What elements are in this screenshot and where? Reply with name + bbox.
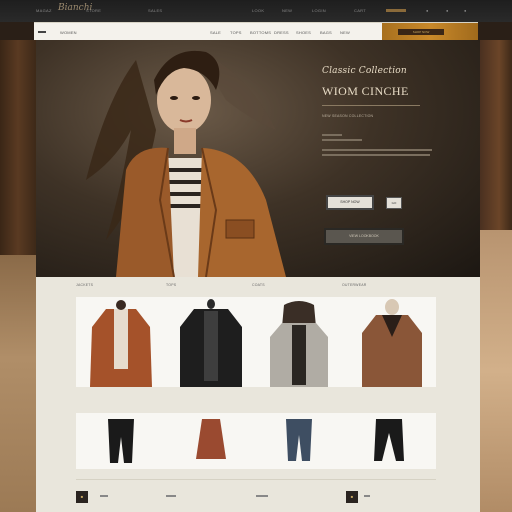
footer-link-3[interactable] xyxy=(256,495,268,497)
main-nav: WOMEN SALE TOPS BOTTOMS DRESS SHOES BAGS… xyxy=(34,22,478,41)
category-label-tops[interactable]: TOPS xyxy=(166,283,176,287)
top-bar: Bianchi MAGAZ STORE SALES LOOK NEW LOGIN… xyxy=(0,0,512,22)
product-section: JACKETS TOPS COATS OUTERWEAR ■ ■ xyxy=(36,277,480,512)
product-image-red-skirt xyxy=(196,419,226,459)
user-icon[interactable]: ● xyxy=(446,8,449,13)
nav-sale[interactable]: SALE xyxy=(210,30,221,35)
footer-link-4[interactable] xyxy=(364,495,370,497)
background-wood-right xyxy=(480,40,512,240)
hero-lookbook-button[interactable]: VIEW LOOKBOOK xyxy=(324,228,404,245)
product-card-4[interactable] xyxy=(342,297,436,387)
background-wood-left xyxy=(0,40,36,260)
nav-tops[interactable]: TOPS xyxy=(230,30,242,35)
nav-women[interactable]: WOMEN xyxy=(60,30,77,35)
top-link-look[interactable]: LOOK xyxy=(252,8,264,13)
hero-text-block: Classic Collection WIOM CINCHE NEW SEASO… xyxy=(322,66,462,159)
hero-subtitle: NEW SEASON COLLECTION xyxy=(322,114,374,118)
product-card-2[interactable] xyxy=(166,297,256,387)
product-card-3[interactable] xyxy=(256,297,342,387)
hero-description xyxy=(322,134,462,156)
category-label-outerwear[interactable]: OUTERWEAR xyxy=(342,283,367,287)
nav-bags[interactable]: BAGS xyxy=(320,30,332,35)
top-bar-accent xyxy=(386,9,406,12)
product-image-black-pants xyxy=(108,419,134,463)
background-paper-left xyxy=(0,255,36,512)
top-link-sales[interactable]: SALES xyxy=(148,8,162,13)
product-image-jeans xyxy=(286,419,312,461)
top-link-cart[interactable]: CART xyxy=(354,8,366,13)
background-paper-right xyxy=(480,230,512,512)
promo-button[interactable]: SHOP NOW xyxy=(398,29,444,35)
nav-shoes[interactable]: SHOES xyxy=(296,30,311,35)
product-image-grey-coat xyxy=(270,301,328,387)
hero-go-button[interactable]: GO xyxy=(386,197,402,209)
category-label-jackets[interactable]: JACKETS xyxy=(76,283,93,287)
product-card-1[interactable] xyxy=(76,297,166,387)
top-link-store[interactable]: STORE xyxy=(86,8,101,13)
menu-icon[interactable] xyxy=(38,31,46,33)
top-link-magaz[interactable]: MAGAZ xyxy=(36,8,52,13)
hero-script-heading: Classic Collection xyxy=(322,66,407,76)
hero-divider xyxy=(322,105,420,106)
product-card-8[interactable] xyxy=(342,413,436,469)
nav-dress[interactable]: DRESS xyxy=(274,30,289,35)
product-image-black-trousers xyxy=(374,419,404,461)
footer-icon-1[interactable]: ■ xyxy=(76,491,88,503)
section-divider xyxy=(76,479,436,480)
footer-icon-2[interactable]: ■ xyxy=(346,491,358,503)
product-card-5[interactable] xyxy=(76,413,166,469)
footer-link-1[interactable] xyxy=(100,495,108,497)
hero-shop-button[interactable]: SHOP NOW xyxy=(326,195,374,210)
footer-link-2[interactable] xyxy=(166,495,176,497)
product-card-6[interactable] xyxy=(166,413,256,469)
category-label-coats[interactable]: COATS xyxy=(252,283,265,287)
hero-title: WIOM CINCHE xyxy=(322,84,409,98)
top-link-login[interactable]: LOGIN xyxy=(312,8,326,13)
promo-banner: SHOP NOW xyxy=(382,23,478,41)
nav-bottoms[interactable]: BOTTOMS xyxy=(250,30,271,35)
cart-icon[interactable]: ● xyxy=(464,8,467,13)
product-image-jacket xyxy=(90,300,152,387)
top-link-new[interactable]: NEW xyxy=(282,8,292,13)
product-image-black-top xyxy=(180,299,242,387)
product-image-brown-coat xyxy=(362,299,422,387)
hero-banner: Classic Collection WIOM CINCHE NEW SEASO… xyxy=(36,40,480,277)
nav-new[interactable]: NEW xyxy=(340,30,350,35)
search-icon[interactable]: ● xyxy=(426,8,429,13)
product-card-7[interactable] xyxy=(256,413,342,469)
hero-model-image xyxy=(86,50,286,277)
